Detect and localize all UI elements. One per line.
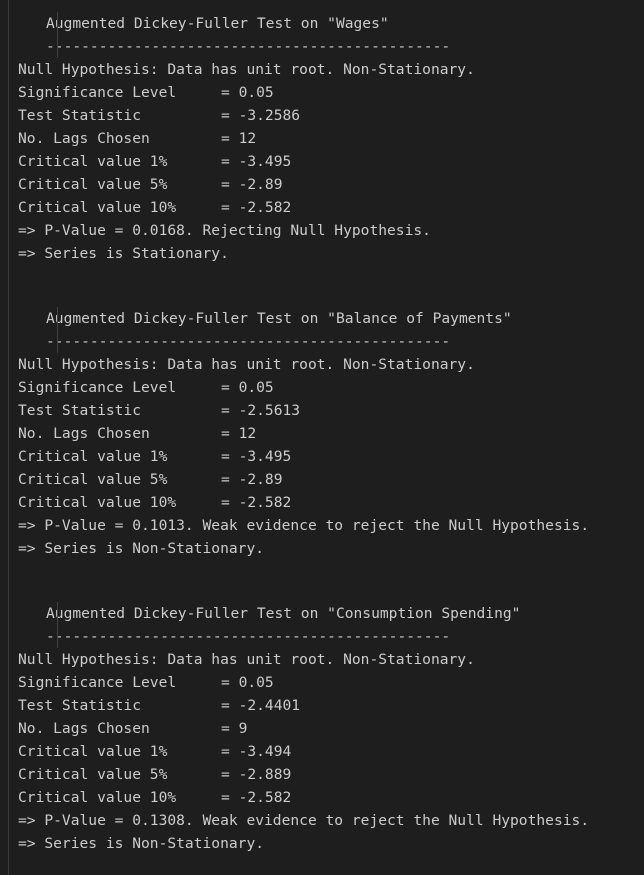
adf-result-wages: Augmented Dickey-Fuller Test on "Wages" … bbox=[0, 12, 644, 265]
row-label: Significance Level bbox=[18, 84, 177, 101]
conclusion-line: => Series is Non-Stationary. bbox=[18, 835, 265, 852]
result-row: Test Statistic = -2.5613 bbox=[18, 399, 644, 422]
row-value: = -2.582 bbox=[221, 199, 292, 216]
result-row: Critical value 10% = -2.582 bbox=[18, 491, 644, 514]
result-row: No. Lags Chosen = 12 bbox=[18, 127, 644, 150]
row-label: Critical value 1% bbox=[18, 448, 168, 465]
result-row: Critical value 5% = -2.89 bbox=[18, 468, 644, 491]
result-row: Critical value 10% = -2.582 bbox=[18, 786, 644, 809]
separator-line: ----------------------------------------… bbox=[46, 333, 451, 350]
row-label: No. Lags Chosen bbox=[18, 720, 150, 737]
result-row: Significance Level = 0.05 bbox=[18, 81, 644, 104]
separator-line: ----------------------------------------… bbox=[46, 628, 451, 645]
row-label: Critical value 5% bbox=[18, 766, 168, 783]
indent-guide bbox=[57, 602, 58, 648]
null-hypothesis: Null Hypothesis: Data has unit root. Non… bbox=[18, 61, 475, 78]
null-hypothesis: Null Hypothesis: Data has unit root. Non… bbox=[18, 356, 475, 373]
separator-line: ----------------------------------------… bbox=[46, 38, 451, 55]
null-hypothesis: Null Hypothesis: Data has unit root. Non… bbox=[18, 651, 475, 668]
row-value: = -3.495 bbox=[221, 153, 292, 170]
result-row: Critical value 1% = -3.495 bbox=[18, 445, 644, 468]
row-label: Test Statistic bbox=[18, 697, 142, 714]
test-title: Augmented Dickey-Fuller Test on "Wages" bbox=[46, 15, 389, 32]
row-label: Critical value 5% bbox=[18, 471, 168, 488]
row-value: = -2.89 bbox=[221, 471, 283, 488]
p-value-line: => P-Value = 0.0168. Rejecting Null Hypo… bbox=[18, 222, 431, 239]
row-label: Critical value 10% bbox=[18, 789, 177, 806]
row-label: Critical value 1% bbox=[18, 153, 168, 170]
row-label: Critical value 1% bbox=[18, 743, 168, 760]
row-label: No. Lags Chosen bbox=[18, 130, 150, 147]
output-panel: Augmented Dickey-Fuller Test on "Wages" … bbox=[0, 0, 644, 875]
result-row: Critical value 5% = -2.889 bbox=[18, 763, 644, 786]
result-row: No. Lags Chosen = 12 bbox=[18, 422, 644, 445]
test-header: Augmented Dickey-Fuller Test on "Wages" … bbox=[18, 12, 644, 58]
row-label: No. Lags Chosen bbox=[18, 425, 150, 442]
result-row: Significance Level = 0.05 bbox=[18, 376, 644, 399]
conclusion-line: => Series is Stationary. bbox=[18, 245, 229, 262]
result-row: Critical value 1% = -3.495 bbox=[18, 150, 644, 173]
adf-result-balance-of-payments: Augmented Dickey-Fuller Test on "Balance… bbox=[0, 307, 644, 560]
row-value: = 0.05 bbox=[221, 379, 274, 396]
row-label: Test Statistic bbox=[18, 402, 142, 419]
row-label: Critical value 10% bbox=[18, 494, 177, 511]
indent-guide bbox=[57, 307, 58, 353]
row-value: = -3.2586 bbox=[221, 107, 301, 124]
test-title: Augmented Dickey-Fuller Test on "Balance… bbox=[46, 310, 512, 327]
row-value: = 12 bbox=[221, 425, 257, 442]
row-value: = -2.582 bbox=[221, 494, 292, 511]
p-value-line: => P-Value = 0.1013. Weak evidence to re… bbox=[18, 517, 590, 534]
result-row: Critical value 1% = -3.494 bbox=[18, 740, 644, 763]
row-value: = -2.582 bbox=[221, 789, 292, 806]
row-label: Critical value 10% bbox=[18, 199, 177, 216]
row-value: = 0.05 bbox=[221, 84, 274, 101]
test-header: Augmented Dickey-Fuller Test on "Balance… bbox=[18, 307, 644, 353]
row-value: = -2.4401 bbox=[221, 697, 301, 714]
row-value: = 0.05 bbox=[221, 674, 274, 691]
p-value-line: => P-Value = 0.1308. Weak evidence to re… bbox=[18, 812, 590, 829]
row-value: = 9 bbox=[221, 720, 248, 737]
row-value: = -2.889 bbox=[221, 766, 292, 783]
result-row: Significance Level = 0.05 bbox=[18, 671, 644, 694]
row-value: = -3.495 bbox=[221, 448, 292, 465]
row-value: = -2.89 bbox=[221, 176, 283, 193]
result-row: No. Lags Chosen = 9 bbox=[18, 717, 644, 740]
row-value: = -3.494 bbox=[221, 743, 292, 760]
adf-result-consumption-spending: Augmented Dickey-Fuller Test on "Consump… bbox=[0, 602, 644, 855]
row-label: Significance Level bbox=[18, 674, 177, 691]
row-value: = 12 bbox=[221, 130, 257, 147]
result-row: Critical value 10% = -2.582 bbox=[18, 196, 644, 219]
row-value: = -2.5613 bbox=[221, 402, 301, 419]
row-label: Test Statistic bbox=[18, 107, 142, 124]
row-label: Critical value 5% bbox=[18, 176, 168, 193]
indent-guide bbox=[57, 12, 58, 58]
result-row: Critical value 5% = -2.89 bbox=[18, 173, 644, 196]
row-label: Significance Level bbox=[18, 379, 177, 396]
result-row: Test Statistic = -3.2586 bbox=[18, 104, 644, 127]
test-header: Augmented Dickey-Fuller Test on "Consump… bbox=[18, 602, 644, 648]
result-row: Test Statistic = -2.4401 bbox=[18, 694, 644, 717]
test-title: Augmented Dickey-Fuller Test on "Consump… bbox=[46, 605, 521, 622]
conclusion-line: => Series is Non-Stationary. bbox=[18, 540, 265, 557]
